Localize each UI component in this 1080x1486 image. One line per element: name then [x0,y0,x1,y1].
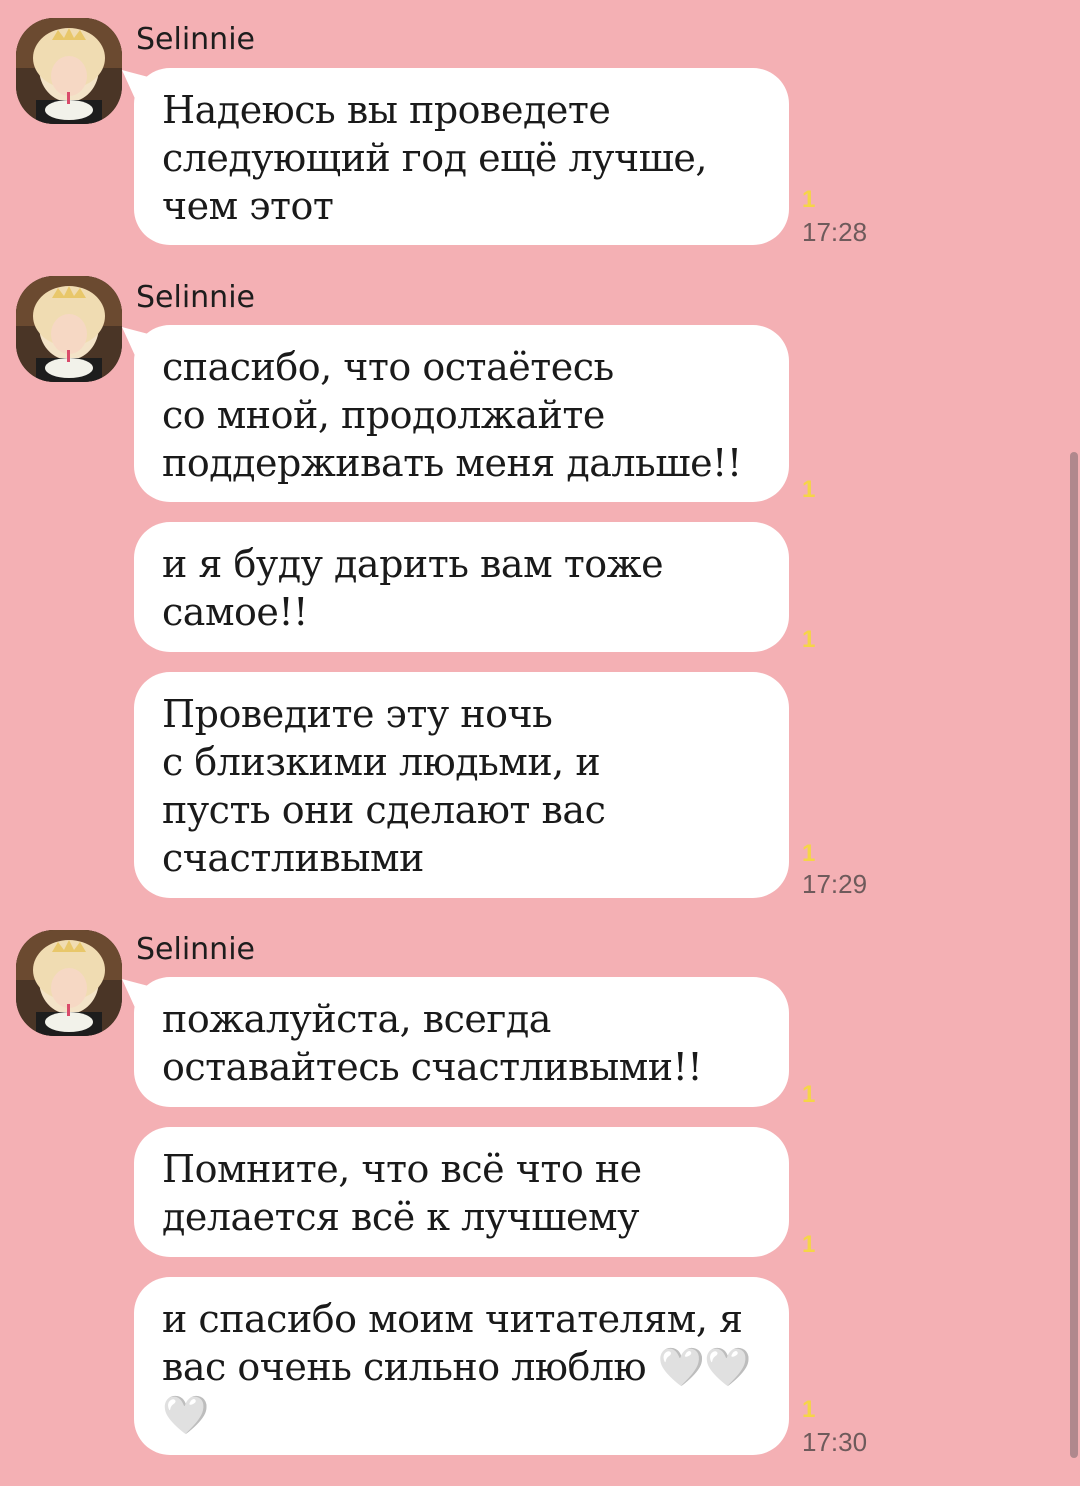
read-count: 1 [802,1396,816,1423]
chat-message-list[interactable]: Selinnie Надеюсь вы проведете следующий … [0,0,1080,1486]
read-count: 1 [802,1081,816,1108]
message-text: и я буду дарить вам тоже самое!! [162,542,664,634]
message-bubble[interactable]: Помните, что всё что не делается всё к л… [134,1127,789,1257]
read-count: 1 [802,476,816,503]
message-timestamp: 17:28 [802,217,868,247]
avatar-photo-icon [16,276,122,382]
sender-name: Selinnie [136,22,255,57]
message-text: и спасибо моим читателям, я вас очень си… [162,1297,752,1437]
message-bubble[interactable]: пожалуйста, всегда оставайтесь счастливы… [134,977,789,1107]
sender-name: Selinnie [136,932,255,967]
message-bubble[interactable]: спасибо, что остаётесь со мной, продолжа… [134,325,789,502]
avatar-photo-icon [16,930,122,1036]
message-text: Надеюсь вы проведете следующий год ещё л… [162,88,707,228]
sender-avatar[interactable] [16,930,122,1036]
avatar-photo-icon [16,18,122,124]
message-timestamp: 17:29 [802,869,868,899]
message-text: пожалуйста, всегда оставайтесь счастливы… [162,997,703,1089]
message-timestamp: 17:30 [802,1427,868,1457]
scrollbar[interactable] [1070,452,1078,1458]
sender-avatar[interactable] [16,18,122,124]
read-count: 1 [802,840,816,867]
sender-avatar[interactable] [16,276,122,382]
message-bubble[interactable]: Надеюсь вы проведете следующий год ещё л… [134,68,789,245]
message-text: спасибо, что остаётесь со мной, продолжа… [162,345,742,485]
message-text: Проведите эту ночь с близкими людьми, и … [162,692,606,880]
message-bubble[interactable]: и спасибо моим читателям, я вас очень си… [134,1277,789,1455]
read-count: 1 [802,1231,816,1258]
message-bubble[interactable]: Проведите эту ночь с близкими людьми, и … [134,672,789,898]
read-count: 1 [802,186,816,213]
message-text: Помните, что всё что не делается всё к л… [162,1147,642,1239]
sender-name: Selinnie [136,280,255,315]
read-count: 1 [802,626,816,653]
message-bubble[interactable]: и я буду дарить вам тоже самое!! [134,522,789,652]
